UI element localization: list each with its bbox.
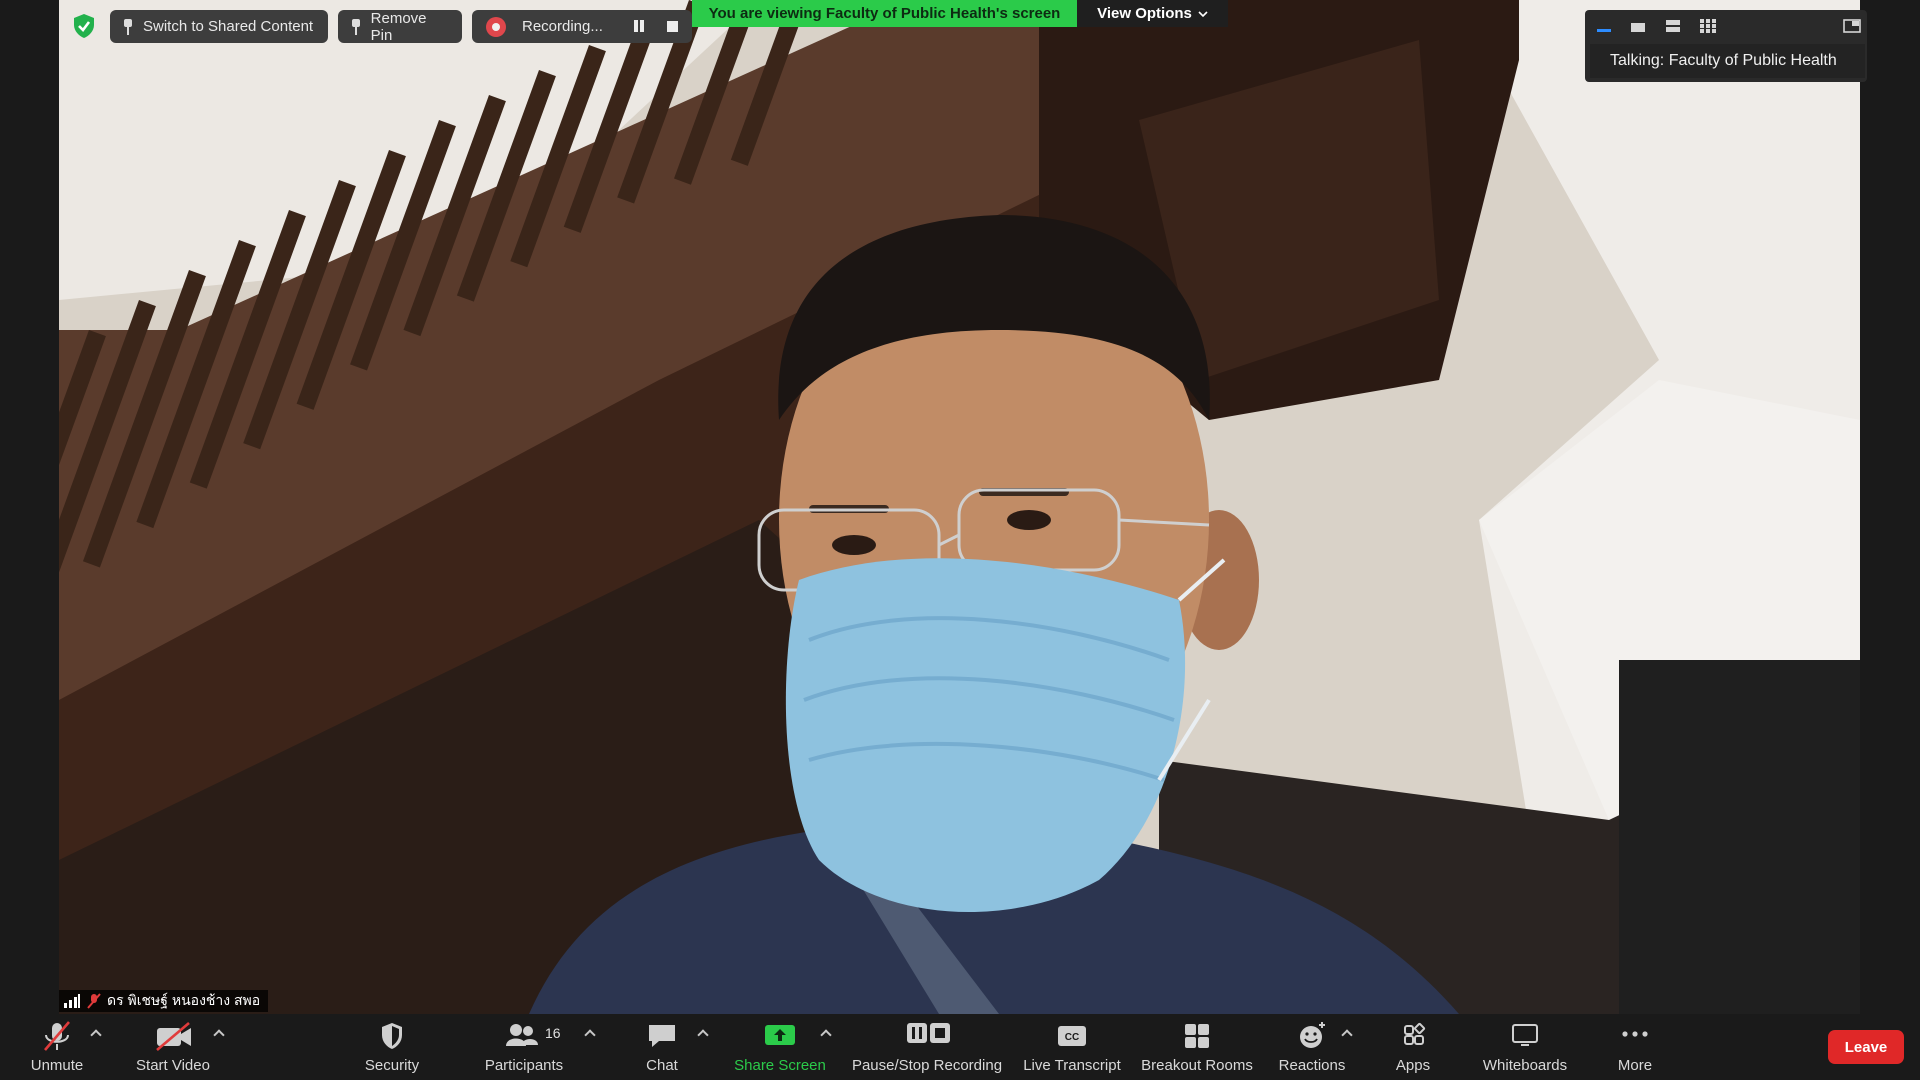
breakout-rooms-label: Breakout Rooms [1141, 1057, 1253, 1074]
stop-recording-icon[interactable] [667, 21, 678, 32]
viewing-screen-banner: You are viewing Faculty of Public Health… [692, 0, 1077, 27]
security-shield-icon [382, 1023, 402, 1049]
reactions-options-chevron-icon[interactable] [1343, 1028, 1351, 1036]
participants-count: 16 [545, 1025, 561, 1041]
apps-label: Apps [1395, 1057, 1431, 1074]
muted-mic-icon [44, 1021, 70, 1051]
unmute-label: Unmute [30, 1057, 84, 1074]
view-options-label: View Options [1097, 5, 1192, 22]
breakout-rooms-icon [1185, 1024, 1209, 1048]
pin-icon [122, 18, 134, 35]
whiteboards-label: Whiteboards [1482, 1057, 1568, 1074]
video-scene-image [59, 0, 1860, 1014]
whiteboards-button[interactable]: Whiteboards [1475, 1014, 1575, 1080]
share-screen-label: Share Screen [734, 1057, 826, 1074]
switch-to-shared-content-button[interactable]: Switch to Shared Content [110, 10, 328, 43]
gallery-view-icon[interactable] [1699, 18, 1717, 34]
talking-indicator: Talking: Faculty of Public Health [1590, 44, 1865, 78]
video-off-icon [156, 1022, 191, 1051]
share-options-chevron-icon[interactable] [822, 1028, 830, 1036]
remove-pin-label: Remove Pin [370, 9, 427, 44]
closed-caption-icon: CC [1058, 1026, 1086, 1046]
remove-pin-button[interactable]: Remove Pin [338, 9, 462, 44]
view-options-button[interactable]: View Options [1077, 0, 1228, 27]
whiteboard-icon [1512, 1024, 1538, 1046]
apps-button[interactable]: Apps [1383, 1014, 1443, 1080]
chevron-down-icon [1198, 10, 1208, 17]
pin-icon [350, 18, 362, 35]
more-dots-icon [1622, 1031, 1648, 1037]
participants-label: Participants [484, 1057, 564, 1074]
live-transcript-button[interactable]: CC Live Transcript [1020, 1014, 1124, 1080]
float-window-icon[interactable] [1843, 18, 1861, 34]
share-screen-button[interactable]: Share Screen [733, 1014, 827, 1080]
start-video-label: Start Video [136, 1057, 210, 1074]
stacked-view-icon[interactable] [1664, 18, 1682, 34]
recording-status: Recording... [472, 10, 692, 43]
reactions-button[interactable]: Reactions [1277, 1014, 1347, 1080]
pause-stop-recording-label: Pause/Stop Recording [851, 1057, 1003, 1074]
cc-text: CC [1065, 1032, 1079, 1043]
pause-stop-icon [907, 1023, 950, 1043]
security-label: Security [364, 1057, 420, 1074]
recording-label: Recording... [522, 18, 603, 35]
switch-shared-label: Switch to Shared Content [143, 18, 314, 35]
chat-bubble-icon [649, 1025, 675, 1047]
start-video-button[interactable]: Start Video [128, 1014, 218, 1080]
audio-options-chevron-icon[interactable] [92, 1028, 100, 1036]
reaction-smiley-icon [1300, 1022, 1325, 1048]
pause-stop-recording-button[interactable]: Pause/Stop Recording [850, 1014, 1004, 1080]
more-label: More [1617, 1057, 1653, 1074]
reactions-label: Reactions [1278, 1057, 1346, 1074]
chat-options-chevron-icon[interactable] [699, 1028, 707, 1036]
more-button[interactable]: More [1605, 1014, 1665, 1080]
participant-video [59, 0, 1860, 1014]
participants-options-chevron-icon[interactable] [586, 1028, 594, 1036]
security-button[interactable]: Security [362, 1014, 422, 1080]
chat-button[interactable]: Chat [632, 1014, 692, 1080]
pause-recording-icon[interactable] [632, 19, 646, 33]
participants-button[interactable]: Participants [478, 1014, 570, 1080]
apps-icon [1404, 1022, 1426, 1045]
video-options-chevron-icon[interactable] [215, 1028, 223, 1036]
participant-name-tag: ดร พิเชษฐ์ หนองช้าง สพอ [59, 990, 269, 1012]
leave-button[interactable]: Leave [1828, 1030, 1904, 1064]
participant-name: ดร พิเชษฐ์ หนองช้าง สพอ [107, 992, 261, 1008]
chat-label: Chat [646, 1057, 678, 1074]
live-transcript-label: Live Transcript [1023, 1057, 1121, 1074]
signal-strength-icon [64, 994, 80, 1008]
cloud-recording-icon [486, 16, 506, 37]
share-screen-icon [765, 1025, 795, 1045]
meeting-toolbar: Unmute Start Video Security Participants… [0, 1014, 1920, 1080]
encryption-shield-icon[interactable] [72, 13, 96, 39]
minimize-icon[interactable] [1595, 18, 1613, 34]
unmute-button[interactable]: Unmute [27, 1014, 87, 1080]
speaker-view-icon[interactable] [1629, 18, 1647, 34]
muted-mic-icon [87, 993, 101, 1009]
breakout-rooms-button[interactable]: Breakout Rooms [1140, 1014, 1254, 1080]
